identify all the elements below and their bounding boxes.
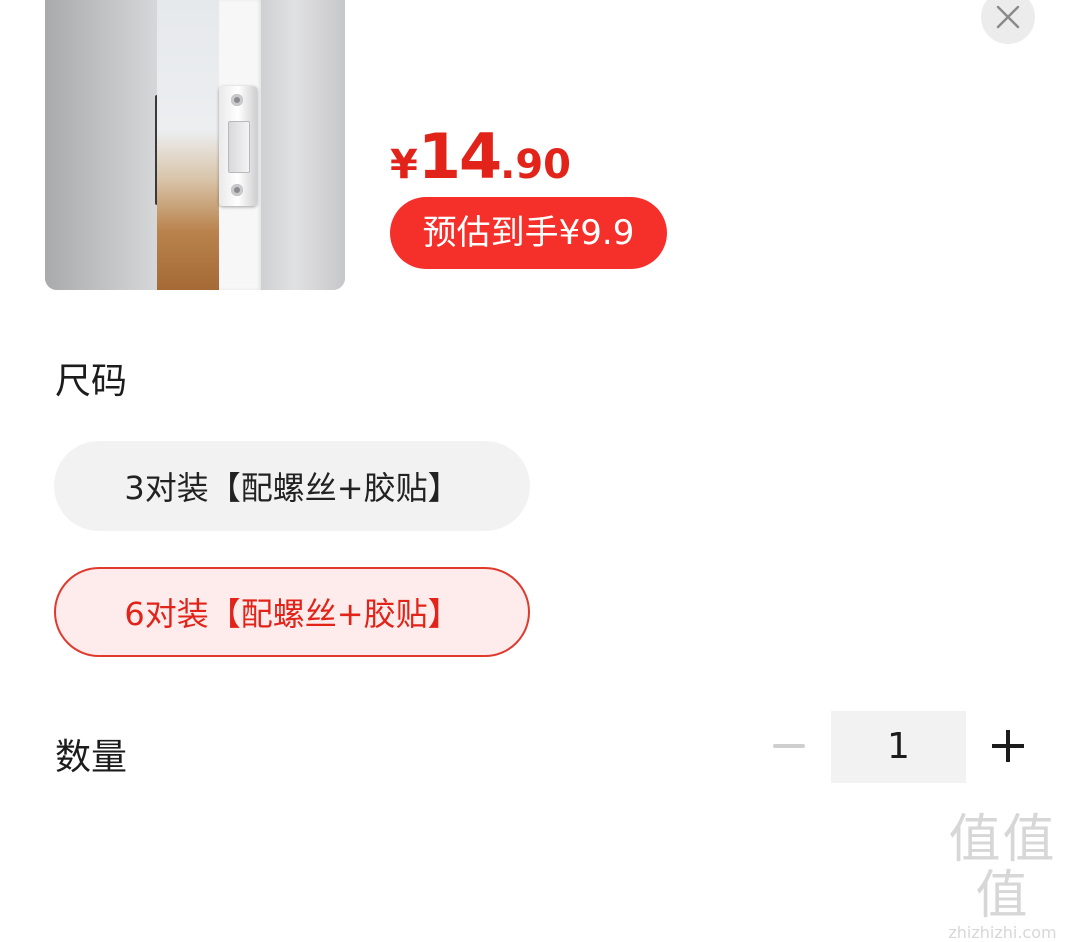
- estimated-price-badge: 预估到手¥9.9: [390, 197, 667, 269]
- wall-panel: [261, 0, 345, 290]
- quantity-input[interactable]: 1: [831, 711, 966, 783]
- magnet-plate: [219, 86, 257, 206]
- price: ¥14.90: [390, 120, 571, 193]
- quantity-decrease-button[interactable]: [772, 728, 806, 764]
- plus-icon: [992, 730, 1024, 762]
- price-currency: ¥: [390, 142, 418, 188]
- close-button[interactable]: [981, 0, 1035, 44]
- price-integer: 14: [417, 120, 502, 193]
- quantity-section-label: 数量: [55, 737, 128, 778]
- screw-hole: [231, 94, 243, 106]
- watermark-url: zhizhizhi.com: [948, 923, 1057, 942]
- watermark: 值值值 zhizhizhi.com: [930, 812, 1075, 942]
- size-option-6-pairs[interactable]: 6对装【配螺丝+胶贴】: [54, 567, 530, 657]
- magnet-block: [228, 121, 250, 173]
- close-icon: [996, 5, 1020, 29]
- price-decimal: .90: [500, 142, 571, 188]
- size-option-3-pairs[interactable]: 3对装【配螺丝+胶贴】: [54, 441, 530, 531]
- watermark-logo: 值值值: [948, 810, 1057, 926]
- screw-hole: [231, 184, 243, 196]
- size-section-label: 尺码: [55, 361, 128, 402]
- product-image[interactable]: [45, 0, 345, 290]
- minus-icon: [773, 744, 805, 748]
- door-panel: [45, 0, 157, 290]
- room-background: [157, 0, 219, 290]
- quantity-increase-button[interactable]: [988, 726, 1028, 766]
